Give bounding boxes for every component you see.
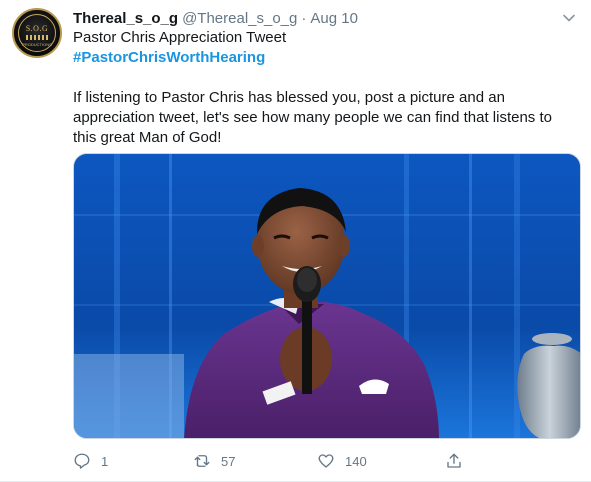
retweet-icon xyxy=(194,455,210,467)
heart-icon xyxy=(318,454,334,468)
avatar-logo-text: S.O.G xyxy=(25,24,49,33)
avatar-logo-bars xyxy=(26,35,48,40)
retweet-count: 57 xyxy=(221,453,236,469)
tweet-date[interactable]: Aug 10 xyxy=(310,10,358,27)
share-icon xyxy=(447,453,461,468)
retweet-button[interactable]: 57 xyxy=(193,451,235,471)
tweet-header: Thereal_s_o_g @Thereal_s_o_g · Aug 10 xyxy=(73,8,579,28)
reply-button[interactable]: 1 xyxy=(73,451,108,471)
share-button[interactable] xyxy=(445,451,463,471)
reply-icon xyxy=(74,453,90,469)
tweet-body: If listening to Pastor Chris has blessed… xyxy=(73,89,552,146)
chevron-down-icon[interactable] xyxy=(559,8,579,28)
like-button[interactable]: 140 xyxy=(317,451,367,471)
tweet-photo[interactable] xyxy=(73,153,581,439)
author-handle[interactable]: @Thereal_s_o_g xyxy=(182,10,297,27)
hashtag-link[interactable]: #PastorChrisWorthHearing xyxy=(73,48,579,68)
reply-count: 1 xyxy=(101,453,109,469)
tweet-actions: 1 57 140 xyxy=(73,451,493,471)
tweet-card[interactable]: S.O.G PRODUCTIONS Thereal_s_o_g @Thereal… xyxy=(0,0,591,482)
avatar-logo-sub: PRODUCTIONS xyxy=(22,42,52,47)
author-name[interactable]: Thereal_s_o_g xyxy=(73,10,178,27)
tweet-content: Thereal_s_o_g @Thereal_s_o_g · Aug 10 Pa… xyxy=(73,8,579,148)
like-count: 140 xyxy=(345,453,367,469)
header-separator: · xyxy=(301,9,307,27)
avatar[interactable]: S.O.G PRODUCTIONS xyxy=(12,8,62,58)
tweet-title-line: Pastor Chris Appreciation Tweet xyxy=(73,29,287,46)
photo-pastor-preaching xyxy=(74,154,580,438)
